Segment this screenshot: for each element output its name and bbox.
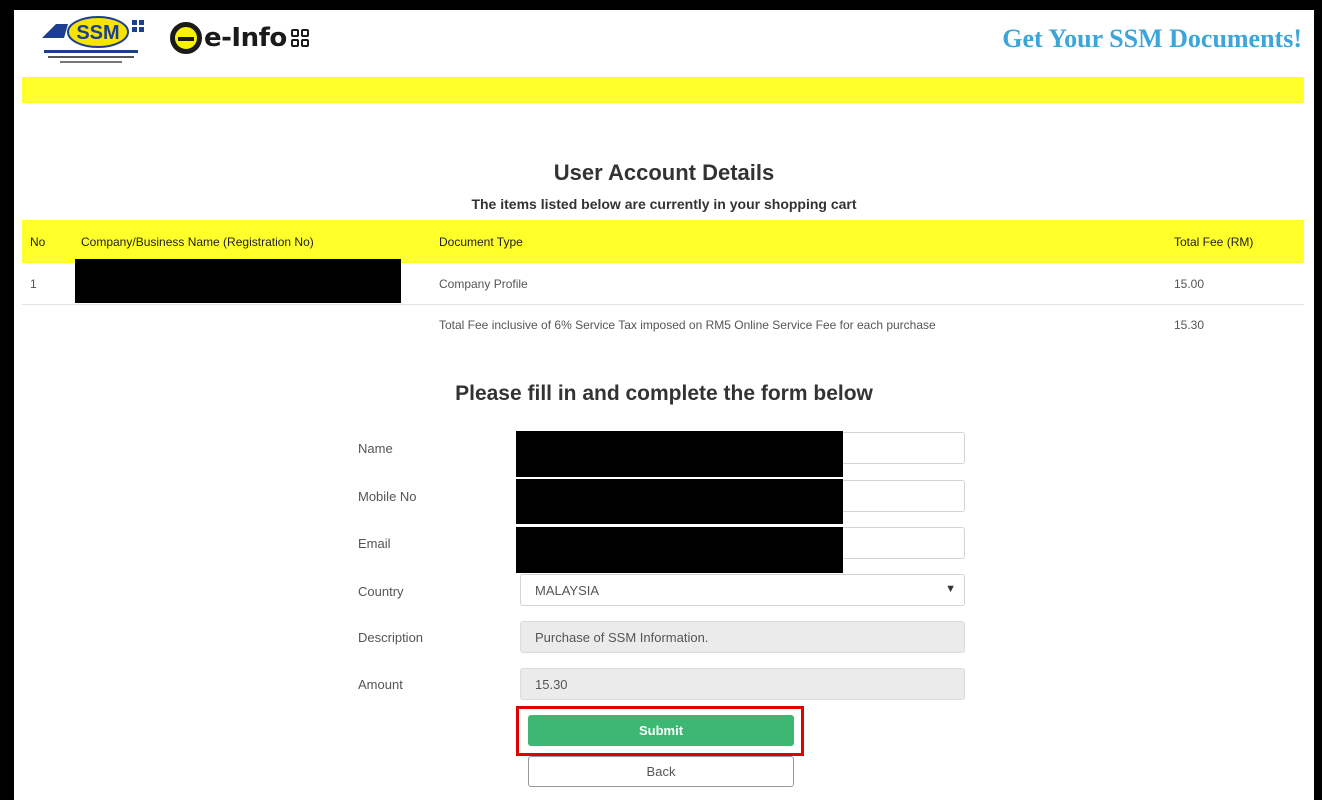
svg-text:SSM: SSM — [76, 22, 119, 44]
column-header-no: No — [30, 234, 46, 249]
e-info-e-icon — [170, 22, 202, 54]
header-tagline: Get Your SSM Documents! — [1002, 24, 1302, 53]
submit-button[interactable]: Submit — [528, 715, 794, 746]
e-info-logo: e-Info — [170, 18, 309, 58]
table-row: 1 Company Profile 15.00 — [22, 259, 1304, 305]
column-header-total-fee: Total Fee (RM) — [1174, 234, 1254, 249]
redacted-email — [516, 527, 843, 573]
yellow-banner — [22, 77, 1304, 103]
country-label: Country — [358, 584, 404, 599]
country-select[interactable]: MALAYSIA ▼ — [520, 574, 965, 606]
e-info-brand: e-Info — [204, 23, 287, 53]
back-button[interactable]: Back — [528, 756, 794, 787]
header: SSM e-Info Get Your SSM Documents! — [14, 10, 1314, 74]
total-value: 15.30 — [1174, 318, 1205, 332]
table-header: No Company/Business Name (Registration N… — [22, 220, 1304, 263]
description-label: Description — [358, 630, 424, 645]
cart-subtitle: The items listed below are currently in … — [471, 196, 857, 212]
amount-field: 15.30 — [520, 668, 965, 700]
column-header-document-type: Document Type — [439, 234, 523, 249]
row-document-type: Company Profile — [439, 276, 528, 291]
country-value: MALAYSIA — [535, 582, 600, 598]
description-value: Purchase of SSM Information. — [535, 629, 709, 645]
email-label: Email — [358, 536, 391, 551]
cart-table: No Company/Business Name (Registration N… — [22, 220, 1304, 345]
ssm-logo: SSM — [42, 16, 144, 63]
name-label: Name — [358, 441, 393, 456]
amount-label: Amount — [358, 677, 403, 692]
column-header-company: Company/Business Name (Registration No) — [81, 234, 314, 249]
row-fee: 15.00 — [1174, 276, 1205, 291]
total-label: Total Fee inclusive of 6% Service Tax im… — [439, 318, 936, 332]
dropdown-caret-icon: ▼ — [945, 583, 956, 595]
mobile-label: Mobile No — [358, 489, 417, 504]
form-title: Please fill in and complete the form bel… — [455, 382, 873, 405]
redacted-name — [516, 431, 843, 477]
total-row: Total Fee inclusive of 6% Service Tax im… — [22, 305, 1304, 345]
description-field: Purchase of SSM Information. — [520, 621, 965, 653]
row-no: 1 — [30, 276, 37, 291]
redacted-mobile — [516, 479, 843, 524]
cart-title: User Account Details — [553, 160, 775, 185]
amount-value: 15.30 — [535, 676, 568, 692]
page-frame: SSM e-Info Get Your SSM Documents! User … — [14, 10, 1314, 800]
redacted-company-name — [75, 259, 401, 303]
e-info-grid-icon — [290, 29, 309, 47]
